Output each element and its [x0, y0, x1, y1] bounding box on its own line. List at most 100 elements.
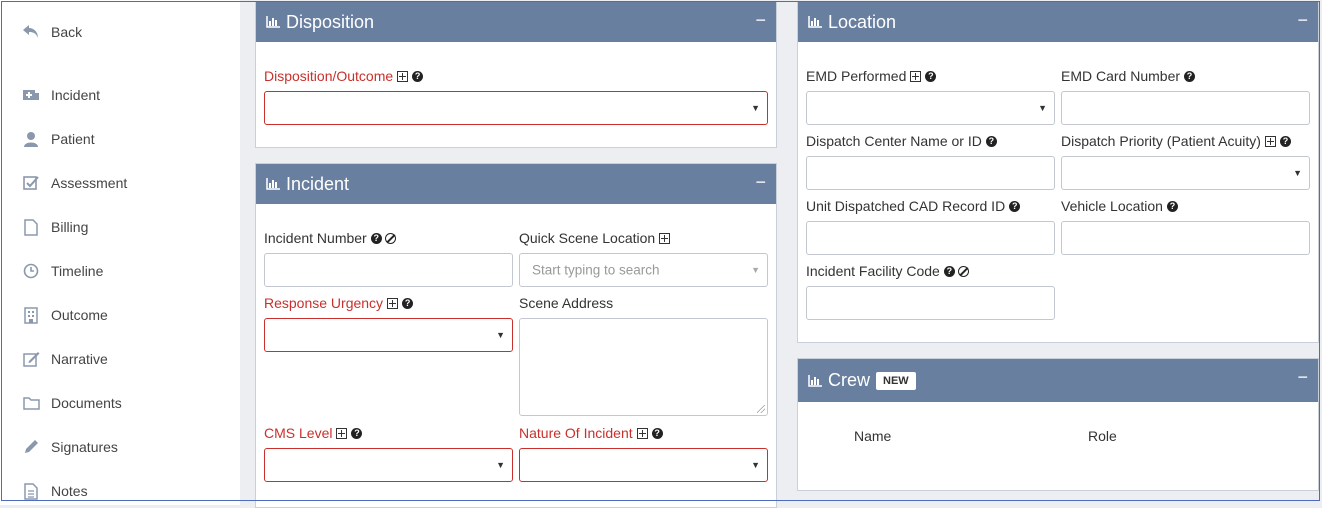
column-header: Role: [1088, 428, 1117, 444]
help-icon[interactable]: ?: [351, 427, 363, 439]
dispatch-priority-label: Dispatch Priority (Patient Acuity) ?: [1061, 133, 1291, 149]
crew-column-role: Role: [1088, 428, 1117, 444]
bar-chart-icon: [266, 178, 280, 190]
expand-plus-icon[interactable]: [1264, 135, 1276, 147]
help-icon[interactable]: ?: [1184, 70, 1196, 82]
emd-card-number-input[interactable]: [1061, 91, 1310, 125]
label-text: Dispatch Priority (Patient Acuity): [1061, 133, 1261, 149]
sidebar-item-notes[interactable]: Notes: [22, 482, 88, 500]
help-icon[interactable]: ?: [1009, 200, 1021, 212]
dispatch-center-input[interactable]: [806, 156, 1055, 190]
emd-performed-label: EMD Performed ?: [806, 68, 937, 84]
new-crew-button[interactable]: NEW: [876, 371, 916, 390]
caret-down-icon: ▼: [751, 460, 760, 470]
collapse-button[interactable]: −: [755, 10, 766, 31]
file-icon: [22, 218, 40, 236]
disposition-outcome-select[interactable]: ▼: [264, 91, 768, 125]
caret-down-icon: ▼: [496, 330, 505, 340]
label-text: Unit Dispatched CAD Record ID: [806, 198, 1006, 214]
edit-icon: [22, 350, 40, 368]
sidebar-item-narrative[interactable]: Narrative: [22, 350, 108, 368]
not-applicable-icon[interactable]: [957, 265, 969, 277]
dispatch-priority-select[interactable]: ▼: [1061, 156, 1310, 190]
caret-down-icon: ▼: [1293, 168, 1302, 178]
sidebar-item-label: Assessment: [51, 175, 128, 191]
scene-address-textarea[interactable]: [519, 318, 768, 416]
help-icon[interactable]: ?: [1166, 200, 1178, 212]
help-icon[interactable]: ?: [943, 265, 955, 277]
panel-title: Incident: [286, 173, 350, 194]
cad-record-input[interactable]: [806, 221, 1055, 255]
sidebar-item-timeline[interactable]: Timeline: [22, 262, 103, 280]
sidebar-item-documents[interactable]: Documents: [22, 394, 122, 412]
sidebar: Back Incident Patient Assessment Billing…: [0, 0, 240, 505]
caret-down-icon: ▼: [1038, 103, 1047, 113]
expand-plus-icon[interactable]: [910, 70, 922, 82]
crew-column-name: Name: [854, 428, 891, 444]
dispatch-center-label: Dispatch Center Name or ID ?: [806, 133, 997, 149]
bar-chart-icon: [266, 16, 280, 28]
clock-icon: [22, 262, 40, 280]
nature-of-incident-label: Nature Of Incident ?: [519, 425, 663, 441]
building-icon: [22, 306, 40, 324]
incident-number-label: Incident Number ?: [264, 230, 396, 246]
incident-panel: Incident − Incident Number ? Quick Scene…: [255, 163, 777, 508]
help-icon[interactable]: ?: [651, 427, 663, 439]
help-icon[interactable]: ?: [985, 135, 997, 147]
collapse-button[interactable]: −: [1297, 10, 1308, 31]
sidebar-item-label: Patient: [51, 131, 95, 147]
bar-chart-icon: [808, 374, 822, 387]
back-arrow-icon: [22, 23, 40, 41]
caret-down-icon: ▼: [751, 103, 760, 113]
placeholder-text: Start typing to search: [532, 262, 660, 278]
help-icon[interactable]: ?: [1279, 135, 1291, 147]
caret-down-icon: ▼: [751, 265, 760, 275]
help-icon[interactable]: ?: [925, 70, 937, 82]
back-button[interactable]: Back: [22, 23, 82, 41]
panel-title: Crew: [828, 370, 871, 390]
sidebar-item-signatures[interactable]: Signatures: [22, 438, 118, 456]
quick-scene-location-search[interactable]: Start typing to search ▼: [519, 253, 768, 287]
not-applicable-icon[interactable]: [384, 232, 396, 244]
response-urgency-label: Response Urgency ?: [264, 295, 414, 311]
collapse-button[interactable]: −: [755, 172, 766, 193]
sidebar-item-label: Billing: [51, 219, 89, 235]
expand-plus-icon[interactable]: [636, 427, 648, 439]
expand-plus-icon[interactable]: [336, 427, 348, 439]
emd-performed-select[interactable]: ▼: [806, 91, 1055, 125]
label-text: CMS Level: [264, 425, 333, 441]
collapse-button[interactable]: −: [1297, 367, 1308, 388]
label-text: Nature Of Incident: [519, 425, 633, 441]
sidebar-item-outcome[interactable]: Outcome: [22, 306, 108, 324]
cms-level-select[interactable]: ▼: [264, 448, 513, 482]
help-icon[interactable]: ?: [412, 70, 424, 82]
sidebar-item-label: Signatures: [51, 439, 118, 455]
facility-code-label: Incident Facility Code ?: [806, 263, 969, 279]
sidebar-item-incident[interactable]: Incident: [22, 86, 100, 104]
resize-handle[interactable]: [757, 405, 765, 413]
incident-number-input[interactable]: [264, 253, 513, 287]
label-text: Vehicle Location: [1061, 198, 1163, 214]
label-text: Incident Facility Code: [806, 263, 940, 279]
crew-header: Crew NEW −: [798, 359, 1318, 402]
expand-plus-icon[interactable]: [659, 232, 671, 244]
crew-panel: Crew NEW − Name Role: [797, 358, 1319, 491]
facility-code-input[interactable]: [806, 286, 1055, 320]
sidebar-item-patient[interactable]: Patient: [22, 130, 95, 148]
nature-of-incident-select[interactable]: ▼: [519, 448, 768, 482]
help-icon[interactable]: ?: [402, 297, 414, 309]
disposition-header: Disposition −: [256, 2, 776, 42]
sidebar-item-assessment[interactable]: Assessment: [22, 174, 127, 192]
expand-plus-icon[interactable]: [387, 297, 399, 309]
sidebar-item-billing[interactable]: Billing: [22, 218, 88, 236]
bar-chart-icon: [808, 16, 822, 28]
location-panel: Location − EMD Performed ? ▼ EMD Card Nu…: [797, 1, 1319, 343]
help-icon[interactable]: ?: [370, 232, 382, 244]
label-text: EMD Card Number: [1061, 68, 1181, 84]
location-header: Location −: [798, 2, 1318, 42]
response-urgency-select[interactable]: ▼: [264, 318, 513, 352]
cms-level-label: CMS Level ?: [264, 425, 363, 441]
checkbox-icon: [22, 174, 40, 192]
expand-plus-icon[interactable]: [397, 70, 409, 82]
vehicle-location-input[interactable]: [1061, 221, 1310, 255]
